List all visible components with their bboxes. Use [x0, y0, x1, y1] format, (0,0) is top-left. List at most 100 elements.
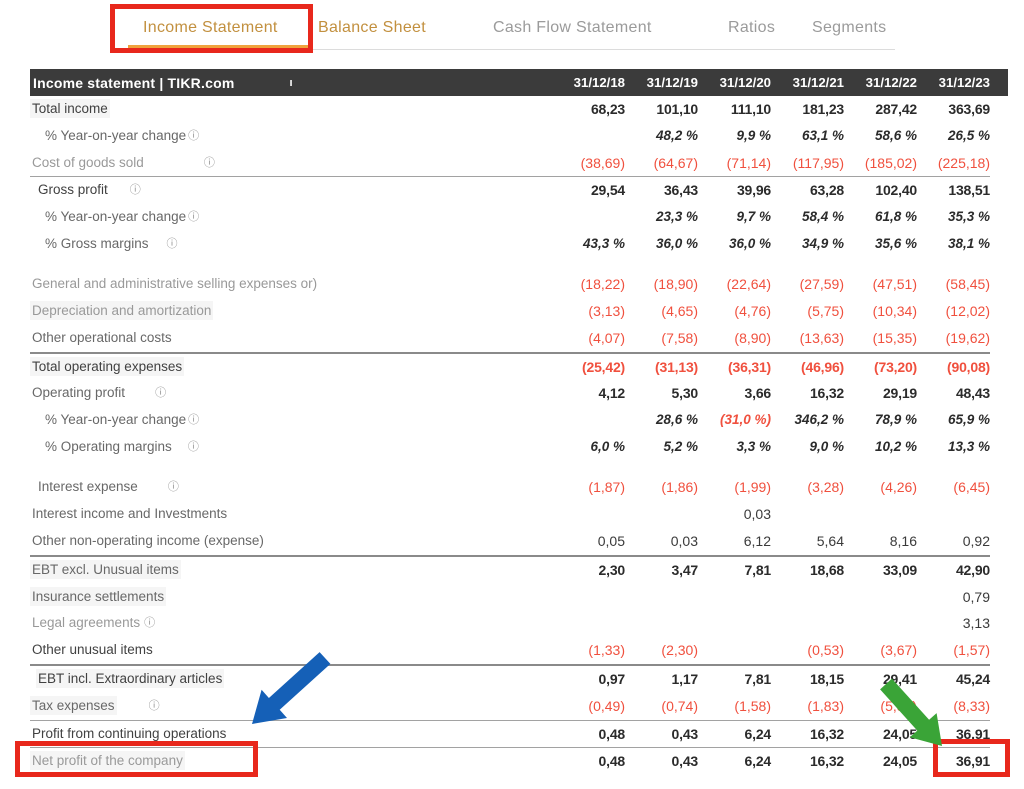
- table-row: % Operating marginsⓘ6,0 %5,2 %3,3 %9,0 %…: [30, 434, 990, 461]
- row-label[interactable]: EBT excl. Unusual items: [30, 557, 552, 584]
- value-cell: 29,19: [844, 380, 917, 407]
- info-icon[interactable]: ⓘ: [167, 238, 178, 250]
- row-label[interactable]: Insurance settlements: [30, 584, 552, 611]
- value-cell: 38,1 %: [917, 231, 990, 258]
- tab-segments[interactable]: Segments: [812, 19, 886, 37]
- value-cell: 5,2 %: [625, 434, 698, 461]
- column-header: 31/12/23: [917, 75, 990, 90]
- info-icon[interactable]: ⓘ: [188, 414, 199, 426]
- row-label[interactable]: Other non-operating income (expense): [30, 528, 552, 555]
- tab-income-statement[interactable]: Income Statement: [143, 19, 278, 37]
- value-cell: 0,43: [625, 748, 698, 775]
- value-cell: 35,6 %: [844, 231, 917, 258]
- row-label-text: Interest income and Investments: [32, 506, 227, 521]
- row-label[interactable]: % Year-on-year changeⓘ: [30, 123, 552, 150]
- value-cell: 42,90: [917, 557, 990, 584]
- value-cell: (8,90): [698, 325, 771, 352]
- row-label[interactable]: Gross profitⓘ: [30, 177, 552, 204]
- row-label[interactable]: General and administrative selling expen…: [30, 271, 552, 298]
- value-cell: 16,32: [771, 721, 844, 748]
- value-cell: 9,9 %: [698, 123, 771, 150]
- value-cell: 45,24: [917, 666, 990, 693]
- value-cell: (1,87): [552, 474, 625, 501]
- value-cell: 287,42: [844, 96, 917, 123]
- value-cell: (6,45): [917, 474, 990, 501]
- row-label[interactable]: Operating profit ⓘ: [30, 380, 552, 407]
- value-cell: 48,43: [917, 380, 990, 407]
- page: Income Statement Balance Sheet Cash Flow…: [0, 0, 1024, 789]
- value-cell: (73,20): [844, 354, 917, 381]
- row-label[interactable]: Tax expensesⓘ: [30, 693, 552, 720]
- value-cell: 33,09: [844, 557, 917, 584]
- value-cell: 61,8 %: [844, 204, 917, 231]
- row-label[interactable]: Other operational costs: [30, 325, 552, 352]
- row-label[interactable]: Net profit of the company: [30, 748, 552, 775]
- row-label[interactable]: Interest expenseⓘ: [30, 474, 552, 501]
- row-label-text: General and administrative selling expen…: [32, 276, 317, 291]
- info-icon[interactable]: ⓘ: [204, 157, 215, 169]
- row-label[interactable]: % Year-on-year changeⓘ: [30, 407, 552, 434]
- row-label[interactable]: % Operating margins ⓘ: [30, 434, 552, 461]
- info-icon[interactable]: ⓘ: [168, 481, 179, 493]
- row-label[interactable]: Depreciation and amortization: [30, 298, 552, 325]
- table-row: % Year-on-year changeⓘ23,3 %9,7 %58,4 %6…: [30, 204, 990, 231]
- row-label-text: Total income: [32, 101, 108, 116]
- value-cell: 3,47: [625, 557, 698, 584]
- tab-balance-sheet[interactable]: Balance Sheet: [318, 19, 426, 37]
- value-cell: 346,2 %: [771, 407, 844, 434]
- value-cell: (3,13): [552, 298, 625, 325]
- value-cell: (1,86): [625, 474, 698, 501]
- table-row: EBT incl. Extraordinary articles0,971,17…: [30, 664, 990, 693]
- value-cell: (19,62): [917, 325, 990, 352]
- value-cell: 13,3 %: [917, 434, 990, 461]
- table-row: Other operational costs(4,07)(7,58)(8,90…: [30, 325, 990, 352]
- info-icon[interactable]: ⓘ: [188, 130, 199, 142]
- statement-title-suffix: ı: [289, 77, 292, 89]
- value-cell: 28,6 %: [625, 407, 698, 434]
- value-cell: 18,68: [771, 557, 844, 584]
- row-label-text: Other non-operating income (expense): [32, 533, 264, 548]
- row-label[interactable]: Cost of goods soldⓘ: [30, 150, 552, 177]
- tab-ratios[interactable]: Ratios: [728, 19, 775, 37]
- row-label-text: Operating profit: [32, 385, 125, 400]
- info-icon[interactable]: ⓘ: [155, 387, 166, 399]
- value-cell: (15,35): [844, 325, 917, 352]
- value-cell: (4,65): [625, 298, 698, 325]
- value-cell: 0,03: [625, 528, 698, 555]
- value-cell: 36,91: [917, 721, 990, 748]
- value-cell: (5,75): [771, 298, 844, 325]
- row-label[interactable]: EBT incl. Extraordinary articles: [30, 666, 552, 693]
- tab-cash-flow-statement[interactable]: Cash Flow Statement: [493, 19, 652, 37]
- info-icon[interactable]: ⓘ: [188, 211, 199, 223]
- value-cell: 5,64: [771, 528, 844, 555]
- row-label[interactable]: Profit from continuing operations: [30, 721, 552, 748]
- column-header: 31/12/19: [625, 75, 698, 90]
- row-label-text: % Operating margins: [45, 439, 172, 454]
- row-label[interactable]: Interest income and Investments: [30, 501, 552, 528]
- info-icon[interactable]: ⓘ: [149, 700, 160, 712]
- row-label-text: Profit from continuing operations: [32, 726, 226, 741]
- row-label[interactable]: Other unusual items: [30, 637, 552, 664]
- value-cell: 0,48: [552, 721, 625, 748]
- value-cell: (12,02): [917, 298, 990, 325]
- row-label[interactable]: % Year-on-year changeⓘ: [30, 204, 552, 231]
- value-cell: (58,45): [917, 271, 990, 298]
- value-cell: 5,30: [625, 380, 698, 407]
- value-cell: (3,28): [771, 474, 844, 501]
- info-icon[interactable]: ⓘ: [144, 617, 155, 629]
- value-cell: (47,51): [844, 271, 917, 298]
- row-label-text: Insurance settlements: [32, 589, 164, 604]
- table-row: Interest expenseⓘ(1,87)(1,86)(1,99)(3,28…: [30, 474, 990, 501]
- row-label[interactable]: Total operating expenses: [30, 354, 552, 381]
- table-row: Other unusual items(1,33)(2,30)(0,53)(3,…: [30, 637, 990, 664]
- value-cell: (10,34): [844, 298, 917, 325]
- row-label[interactable]: % Gross marginsⓘ: [30, 231, 552, 258]
- info-icon[interactable]: ⓘ: [130, 184, 141, 196]
- column-header: 31/12/22: [844, 75, 917, 90]
- value-cell: 29,41: [844, 666, 917, 693]
- value-cell: 9,7 %: [698, 204, 771, 231]
- info-icon[interactable]: ⓘ: [188, 441, 199, 453]
- value-cell: (1,99): [698, 474, 771, 501]
- row-label[interactable]: Total income: [30, 96, 552, 123]
- row-label[interactable]: Legal agreementsⓘ: [30, 610, 552, 637]
